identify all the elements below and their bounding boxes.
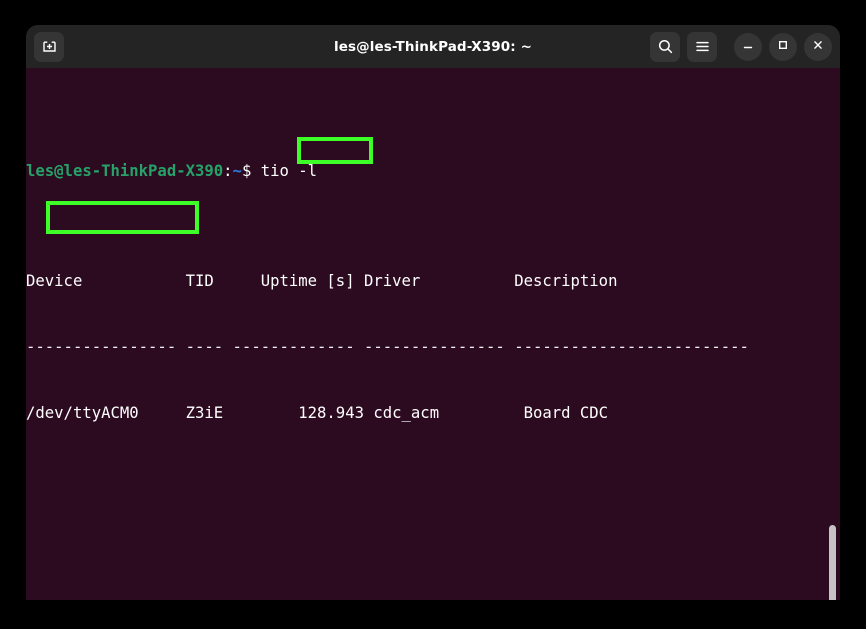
new-tab-button[interactable] xyxy=(34,32,64,62)
maximize-icon xyxy=(776,38,790,55)
table-header: Device TID Uptime [s] Driver Description xyxy=(26,270,777,292)
screen: les@les-ThinkPad-X390: ~ xyxy=(0,0,866,629)
prompt-sigil: $ xyxy=(242,162,251,180)
maximize-button[interactable] xyxy=(769,33,797,61)
prompt-path: ~ xyxy=(233,162,242,180)
search-button[interactable] xyxy=(650,32,680,62)
terminal-window: les@les-ThinkPad-X390: ~ xyxy=(26,25,840,600)
blank-line-1 xyxy=(26,490,777,512)
prompt-colon: : xyxy=(223,162,232,180)
scrollbar-thumb[interactable] xyxy=(829,525,836,600)
main-menu-button[interactable] xyxy=(687,32,717,62)
close-icon xyxy=(811,38,825,55)
terminal-output: les@les-ThinkPad-X390:~$ tio -l Device T… xyxy=(26,72,777,600)
minimize-button[interactable] xyxy=(734,33,762,61)
prompt-user-host: les@les-ThinkPad-X390 xyxy=(26,162,223,180)
minimize-icon xyxy=(741,38,755,55)
hamburger-menu-icon xyxy=(694,38,711,55)
typed-command: tio -l xyxy=(261,162,317,180)
titlebar-controls xyxy=(650,32,832,62)
table-separator: ---------------- ---- ------------- ----… xyxy=(26,336,777,358)
new-tab-icon xyxy=(41,38,58,55)
close-button[interactable] xyxy=(804,33,832,61)
titlebar: les@les-ThinkPad-X390: ~ xyxy=(26,25,840,68)
command-line: les@les-ThinkPad-X390:~$ tio -l xyxy=(26,160,777,182)
scrollbar-track[interactable] xyxy=(826,68,840,600)
terminal-screen[interactable]: les@les-ThinkPad-X390:~$ tio -l Device T… xyxy=(26,68,840,600)
table-row: /dev/ttyACM0 Z3iE 128.943 cdc_acm Board … xyxy=(26,402,777,424)
command-spacer xyxy=(251,162,260,180)
search-icon xyxy=(657,38,674,55)
